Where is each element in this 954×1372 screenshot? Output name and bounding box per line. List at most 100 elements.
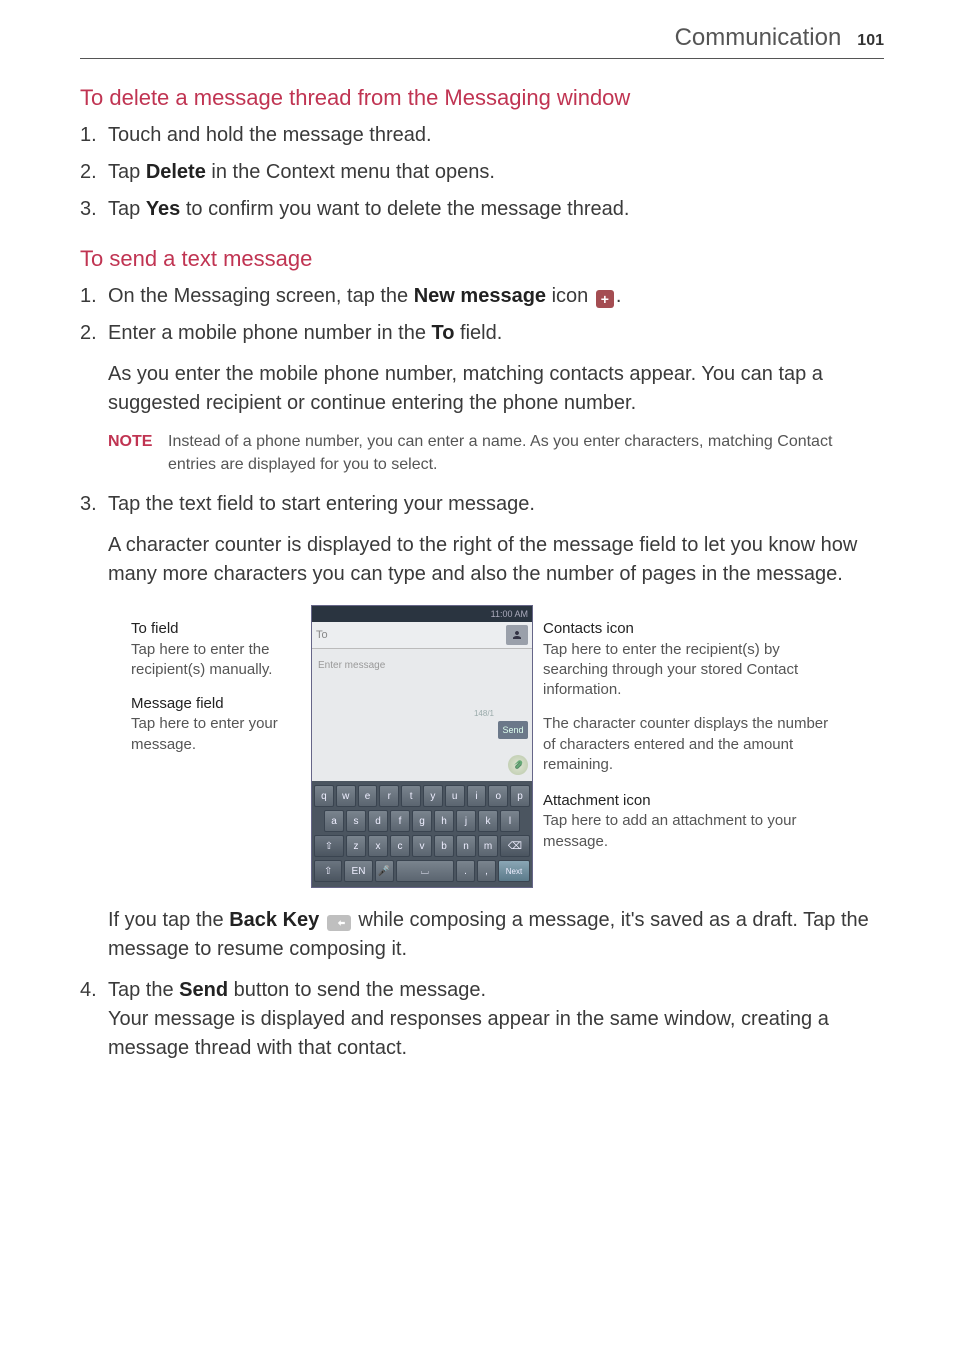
step-text: Touch and hold the message thread. bbox=[108, 121, 884, 150]
callout-desc: The character counter displays the numbe… bbox=[543, 714, 833, 775]
key-t[interactable]: t bbox=[401, 785, 421, 807]
step-number: 3. bbox=[80, 195, 108, 224]
key-m[interactable]: m bbox=[478, 835, 498, 857]
text-fragment: to confirm you want to delete the messag… bbox=[180, 198, 629, 220]
key-shift-icon[interactable]: ⇧ bbox=[314, 860, 342, 882]
list-item: 4. Tap the Send button to send the messa… bbox=[80, 976, 884, 1063]
key-r[interactable]: r bbox=[379, 785, 399, 807]
message-placeholder: Enter message bbox=[318, 660, 385, 671]
bold-to: To bbox=[432, 322, 455, 344]
callout-title: Contacts icon bbox=[543, 619, 833, 639]
key-p[interactable]: p bbox=[510, 785, 530, 807]
key-o[interactable]: o bbox=[488, 785, 508, 807]
text-fragment: field. bbox=[455, 322, 503, 344]
page-header: Communication 101 bbox=[80, 0, 884, 59]
key-u[interactable]: u bbox=[445, 785, 465, 807]
key-x[interactable]: x bbox=[368, 835, 388, 857]
key-v[interactable]: v bbox=[412, 835, 432, 857]
section-heading-send-text: To send a text message bbox=[80, 246, 884, 272]
text-fragment: Tap bbox=[108, 198, 146, 220]
text-fragment: Enter a mobile phone number in the bbox=[108, 322, 432, 344]
bold-new-message: New message bbox=[414, 285, 546, 307]
header-page-number: 101 bbox=[857, 32, 884, 50]
key-k[interactable]: k bbox=[478, 810, 498, 832]
step-number: 2. bbox=[80, 319, 108, 348]
list-item: 2. Tap Delete in the Context menu that o… bbox=[80, 158, 884, 187]
key-a[interactable]: a bbox=[324, 810, 344, 832]
step-number: 4. bbox=[80, 976, 108, 1063]
key-mic-icon[interactable]: 🎤 bbox=[375, 860, 394, 882]
bold-delete: Delete bbox=[146, 161, 206, 183]
key-i[interactable]: i bbox=[467, 785, 487, 807]
callout-attachment-icon: Attachment icon Tap here to add an attac… bbox=[543, 791, 833, 852]
step-text: Tap Delete in the Context menu that open… bbox=[108, 158, 884, 187]
key-n[interactable]: n bbox=[456, 835, 476, 857]
text-fragment: Tap the bbox=[108, 979, 179, 1001]
key-shift-icon[interactable]: ⇧ bbox=[314, 835, 344, 857]
step-text: Enter a mobile phone number in the To fi… bbox=[108, 319, 884, 348]
key-period[interactable]: . bbox=[456, 860, 475, 882]
keyboard[interactable]: qwertyuiop asdfghjkl ⇧zxcvbnm⌫ ⇧ EN 🎤 ⌴ … bbox=[312, 781, 532, 887]
note-label: NOTE bbox=[108, 430, 168, 476]
text-fragment: If you tap the bbox=[108, 909, 229, 931]
text-fragment: in the Context menu that opens. bbox=[206, 161, 495, 183]
key-l[interactable]: l bbox=[500, 810, 520, 832]
key-g[interactable]: g bbox=[412, 810, 432, 832]
callout-message-field: Message field Tap here to enter your mes… bbox=[131, 694, 301, 755]
key-next[interactable]: Next bbox=[498, 860, 530, 882]
callout-desc: Tap here to enter your message. bbox=[131, 714, 301, 755]
text-fragment: Your message is displayed and responses … bbox=[108, 1008, 829, 1059]
callout-to-field: To field Tap here to enter the recipient… bbox=[131, 619, 301, 680]
step-text: Tap Yes to confirm you want to delete th… bbox=[108, 195, 884, 224]
key-delete-icon[interactable]: ⌫ bbox=[500, 835, 530, 857]
key-c[interactable]: c bbox=[390, 835, 410, 857]
status-time: 11:00 AM bbox=[491, 609, 528, 619]
step-number: 1. bbox=[80, 121, 108, 150]
key-s[interactable]: s bbox=[346, 810, 366, 832]
key-space[interactable]: ⌴ bbox=[396, 860, 454, 882]
callout-title: Attachment icon bbox=[543, 791, 833, 811]
key-z[interactable]: z bbox=[346, 835, 366, 857]
bold-back-key: Back Key bbox=[229, 909, 319, 931]
attachment-icon[interactable] bbox=[508, 755, 528, 775]
key-comma[interactable]: , bbox=[477, 860, 496, 882]
key-f[interactable]: f bbox=[390, 810, 410, 832]
section-heading-delete-thread: To delete a message thread from the Mess… bbox=[80, 85, 884, 111]
text-fragment: . bbox=[616, 285, 622, 307]
bold-send: Send bbox=[179, 979, 228, 1001]
back-key-icon bbox=[327, 915, 351, 931]
paragraph: As you enter the mobile phone number, ma… bbox=[108, 360, 884, 418]
figure-right-callouts: Contacts icon Tap here to enter the reci… bbox=[543, 605, 833, 888]
paragraph: If you tap the Back Key while composing … bbox=[108, 906, 884, 964]
character-counter: 148/1 bbox=[474, 709, 494, 718]
key-q[interactable]: q bbox=[314, 785, 334, 807]
text-fragment: On the Messaging screen, tap the bbox=[108, 285, 414, 307]
to-placeholder: To bbox=[316, 629, 502, 641]
text-fragment bbox=[319, 909, 325, 931]
text-fragment: Tap bbox=[108, 161, 146, 183]
contacts-icon[interactable] bbox=[506, 625, 528, 645]
callout-contacts-icon: Contacts icon Tap here to enter the reci… bbox=[543, 619, 833, 700]
key-h[interactable]: h bbox=[434, 810, 454, 832]
list-item: 3. Tap Yes to confirm you want to delete… bbox=[80, 195, 884, 224]
key-lang[interactable]: EN bbox=[344, 860, 372, 882]
list-item: 1. On the Messaging screen, tap the New … bbox=[80, 282, 884, 311]
list-item: 1. Touch and hold the message thread. bbox=[80, 121, 884, 150]
step-text: Tap the Send button to send the message.… bbox=[108, 976, 884, 1063]
callout-title: To field bbox=[131, 619, 301, 639]
callout-counter: The character counter displays the numbe… bbox=[543, 714, 833, 775]
key-e[interactable]: e bbox=[358, 785, 378, 807]
callout-desc: Tap here to enter the recipient(s) by se… bbox=[543, 640, 833, 701]
step-number: 2. bbox=[80, 158, 108, 187]
send-button[interactable]: Send bbox=[498, 721, 528, 739]
status-bar: 11:00 AM bbox=[312, 606, 532, 622]
to-field-row[interactable]: To bbox=[312, 622, 532, 649]
key-w[interactable]: w bbox=[336, 785, 356, 807]
key-b[interactable]: b bbox=[434, 835, 454, 857]
key-j[interactable]: j bbox=[456, 810, 476, 832]
callout-desc: Tap here to enter the recipient(s) manua… bbox=[131, 640, 301, 681]
message-field[interactable]: Enter message 148/1 Send bbox=[312, 649, 532, 781]
text-fragment: button to send the message. bbox=[228, 979, 486, 1001]
key-d[interactable]: d bbox=[368, 810, 388, 832]
key-y[interactable]: y bbox=[423, 785, 443, 807]
